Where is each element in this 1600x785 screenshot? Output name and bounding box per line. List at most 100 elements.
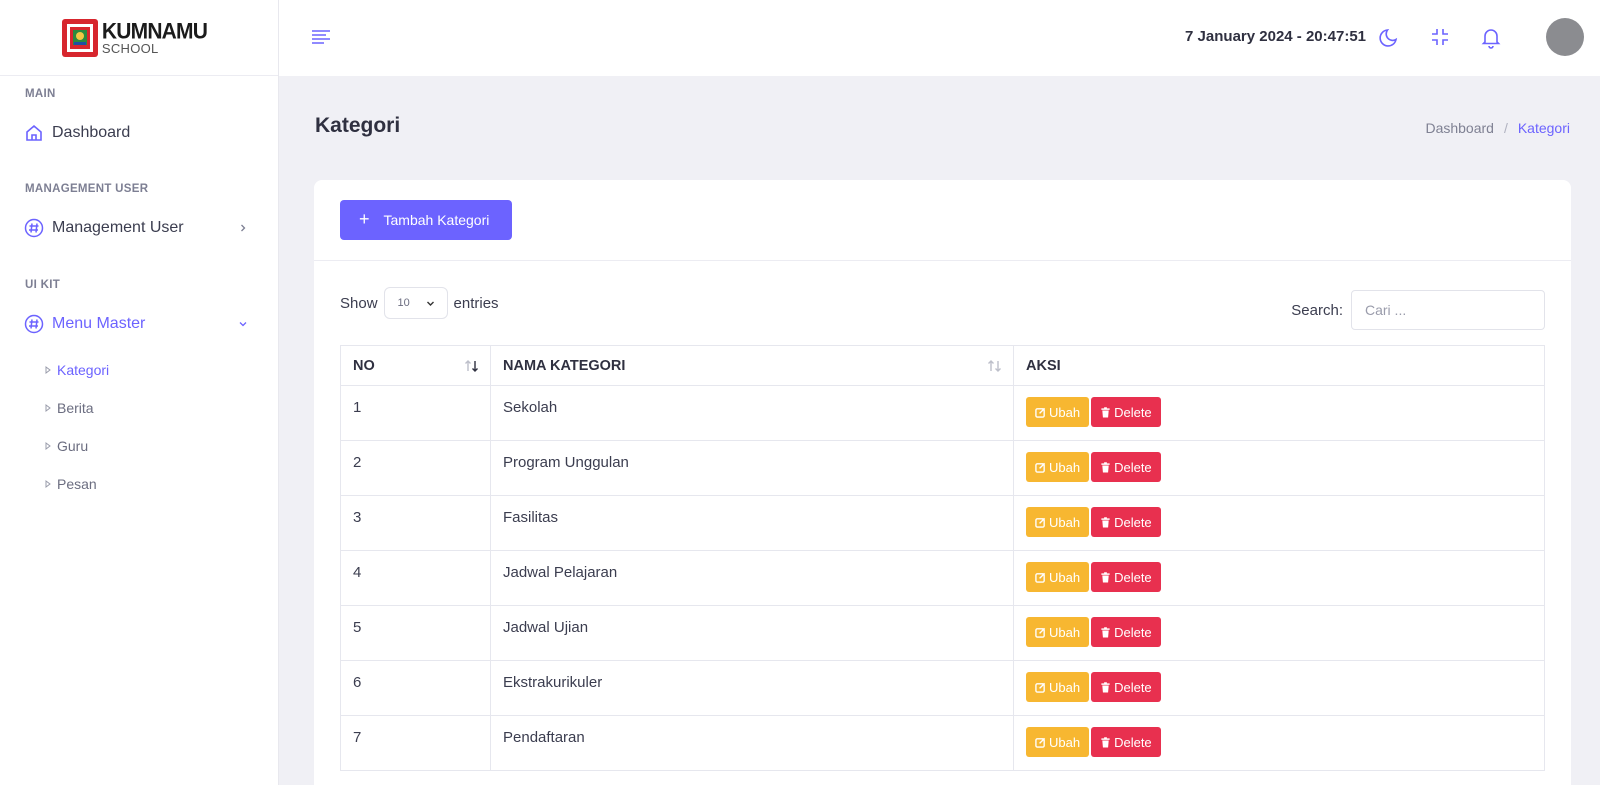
bell-icon[interactable] <box>1479 25 1503 49</box>
cell-no: 2 <box>340 440 491 496</box>
edit-label: Ubah <box>1049 404 1081 420</box>
table-row: 3 Fasilitas Ubah Delete <box>340 495 1545 551</box>
cell-no: 4 <box>340 550 491 606</box>
edit-label: Ubah <box>1049 679 1081 695</box>
delete-button[interactable]: Delete <box>1091 617 1161 647</box>
edit-button[interactable]: Ubah <box>1026 452 1090 482</box>
sidebar-subitem-label: Guru <box>57 438 89 454</box>
hash-icon <box>24 218 44 238</box>
edit-icon <box>1035 572 1046 583</box>
sidebar-item-label: Management User <box>52 219 184 236</box>
caret-right-icon <box>44 404 52 412</box>
trash-icon <box>1101 681 1110 693</box>
sidebar-subitem-berita[interactable]: Berita <box>44 400 94 416</box>
edit-label: Ubah <box>1049 569 1081 585</box>
page-title: Kategori <box>315 114 401 137</box>
table-row: 4 Jadwal Pelajaran Ubah Delete <box>340 550 1545 606</box>
caret-right-icon <box>44 442 52 450</box>
nav-section-management-user: MANAGEMENT USER <box>25 183 149 195</box>
edit-label: Ubah <box>1049 624 1081 640</box>
kategori-card: + Tambah Kategori Show 10 entries Search… <box>314 180 1571 785</box>
cell-no: 3 <box>340 495 491 551</box>
edit-button[interactable]: Ubah <box>1026 562 1090 592</box>
delete-button[interactable]: Delete <box>1091 397 1161 427</box>
edit-icon <box>1035 737 1046 748</box>
hash-icon <box>24 314 44 334</box>
sidebar-item-menu-master[interactable]: Menu Master <box>24 314 248 334</box>
trash-icon <box>1101 406 1110 418</box>
sidebar: KUMNAMU SCHOOL MAIN Dashboard MANAGEMENT… <box>0 0 279 785</box>
cell-nama-kategori: Program Unggulan <box>490 440 1014 496</box>
caret-right-icon <box>44 366 52 374</box>
edit-button[interactable]: Ubah <box>1026 727 1090 757</box>
trash-icon <box>1101 516 1110 528</box>
cell-no: 5 <box>340 605 491 661</box>
kategori-table: NO NAMA KATEGORI AKSI 1 Sekolah Ubah Delete… <box>340 345 1545 771</box>
table-row: 2 Program Unggulan Ubah Delete <box>340 440 1545 496</box>
current-datetime: 7 January 2024 - 20:47:51 <box>1185 28 1366 45</box>
sidebar-item-management-user[interactable]: Management User <box>24 218 248 238</box>
fullscreen-exit-icon[interactable] <box>1428 25 1452 49</box>
edit-icon <box>1035 682 1046 693</box>
chevron-down-icon <box>238 319 248 329</box>
sidebar-subitem-kategori[interactable]: Kategori <box>44 362 109 378</box>
edit-button[interactable]: Ubah <box>1026 397 1090 427</box>
delete-label: Delete <box>1114 624 1152 640</box>
edit-icon <box>1035 462 1046 473</box>
table-row: 5 Jadwal Ujian Ubah Delete <box>340 605 1545 661</box>
delete-button[interactable]: Delete <box>1091 562 1161 592</box>
delete-label: Delete <box>1114 404 1152 420</box>
trash-icon <box>1101 736 1110 748</box>
sidebar-item-label: Menu Master <box>52 315 146 332</box>
caret-right-icon <box>44 480 52 488</box>
delete-button[interactable]: Delete <box>1091 452 1161 482</box>
sidebar-subitem-pesan[interactable]: Pesan <box>44 476 97 492</box>
sidebar-item-dashboard[interactable]: Dashboard <box>24 123 248 143</box>
breadcrumb-current: Kategori <box>1517 120 1570 136</box>
entries-length-value: 10 <box>397 297 410 309</box>
delete-label: Delete <box>1114 734 1152 750</box>
breadcrumb: Dashboard / Kategori <box>1425 120 1570 136</box>
menu-toggle-icon[interactable] <box>311 29 331 45</box>
table-row: 6 Ekstrakurikuler Ubah Delete <box>340 660 1545 716</box>
brand-logo[interactable]: KUMNAMU SCHOOL <box>61 18 208 58</box>
logo-area: KUMNAMU SCHOOL <box>0 0 278 76</box>
sidebar-item-label: Dashboard <box>52 124 131 141</box>
delete-button[interactable]: Delete <box>1091 672 1161 702</box>
cell-no: 7 <box>340 715 491 771</box>
nav-section-main: MAIN <box>25 88 56 100</box>
edit-icon <box>1035 407 1046 418</box>
column-header-no[interactable]: NO <box>340 345 491 386</box>
delete-button[interactable]: Delete <box>1091 727 1161 757</box>
edit-button[interactable]: Ubah <box>1026 617 1090 647</box>
delete-button[interactable]: Delete <box>1091 507 1161 537</box>
breadcrumb-separator: / <box>1503 120 1508 136</box>
edit-icon <box>1035 627 1046 638</box>
sidebar-subitem-label: Kategori <box>57 362 110 378</box>
sidebar-subitem-guru[interactable]: Guru <box>44 438 88 454</box>
cell-no: 1 <box>340 385 491 441</box>
delete-label: Delete <box>1114 679 1152 695</box>
add-kategori-button[interactable]: + Tambah Kategori <box>340 200 512 240</box>
search-label: Search: <box>1291 301 1343 319</box>
cell-aksi: Ubah Delete <box>1013 660 1545 716</box>
edit-button[interactable]: Ubah <box>1026 672 1090 702</box>
card-header: + Tambah Kategori <box>314 180 1571 261</box>
delete-label: Delete <box>1114 459 1152 475</box>
sidebar-subitem-label: Berita <box>57 400 94 416</box>
trash-icon <box>1101 571 1110 583</box>
column-header-nama-kategori[interactable]: NAMA KATEGORI <box>490 345 1014 386</box>
search-input[interactable] <box>1351 290 1545 330</box>
entries-length-select[interactable]: 10 <box>383 287 448 319</box>
edit-button[interactable]: Ubah <box>1026 507 1090 537</box>
user-avatar[interactable] <box>1546 18 1584 56</box>
cell-nama-kategori: Pendaftaran <box>490 715 1014 771</box>
delete-label: Delete <box>1114 514 1152 530</box>
cell-aksi: Ubah Delete <box>1013 605 1545 661</box>
moon-icon[interactable] <box>1377 25 1401 49</box>
chevron-right-icon <box>238 223 248 233</box>
edit-label: Ubah <box>1049 514 1081 530</box>
table-body: 1 Sekolah Ubah Delete 2 Program Unggulan Ubah D… <box>340 385 1545 771</box>
cell-nama-kategori: Ekstrakurikuler <box>490 660 1014 716</box>
breadcrumb-dashboard[interactable]: Dashboard <box>1425 120 1494 136</box>
